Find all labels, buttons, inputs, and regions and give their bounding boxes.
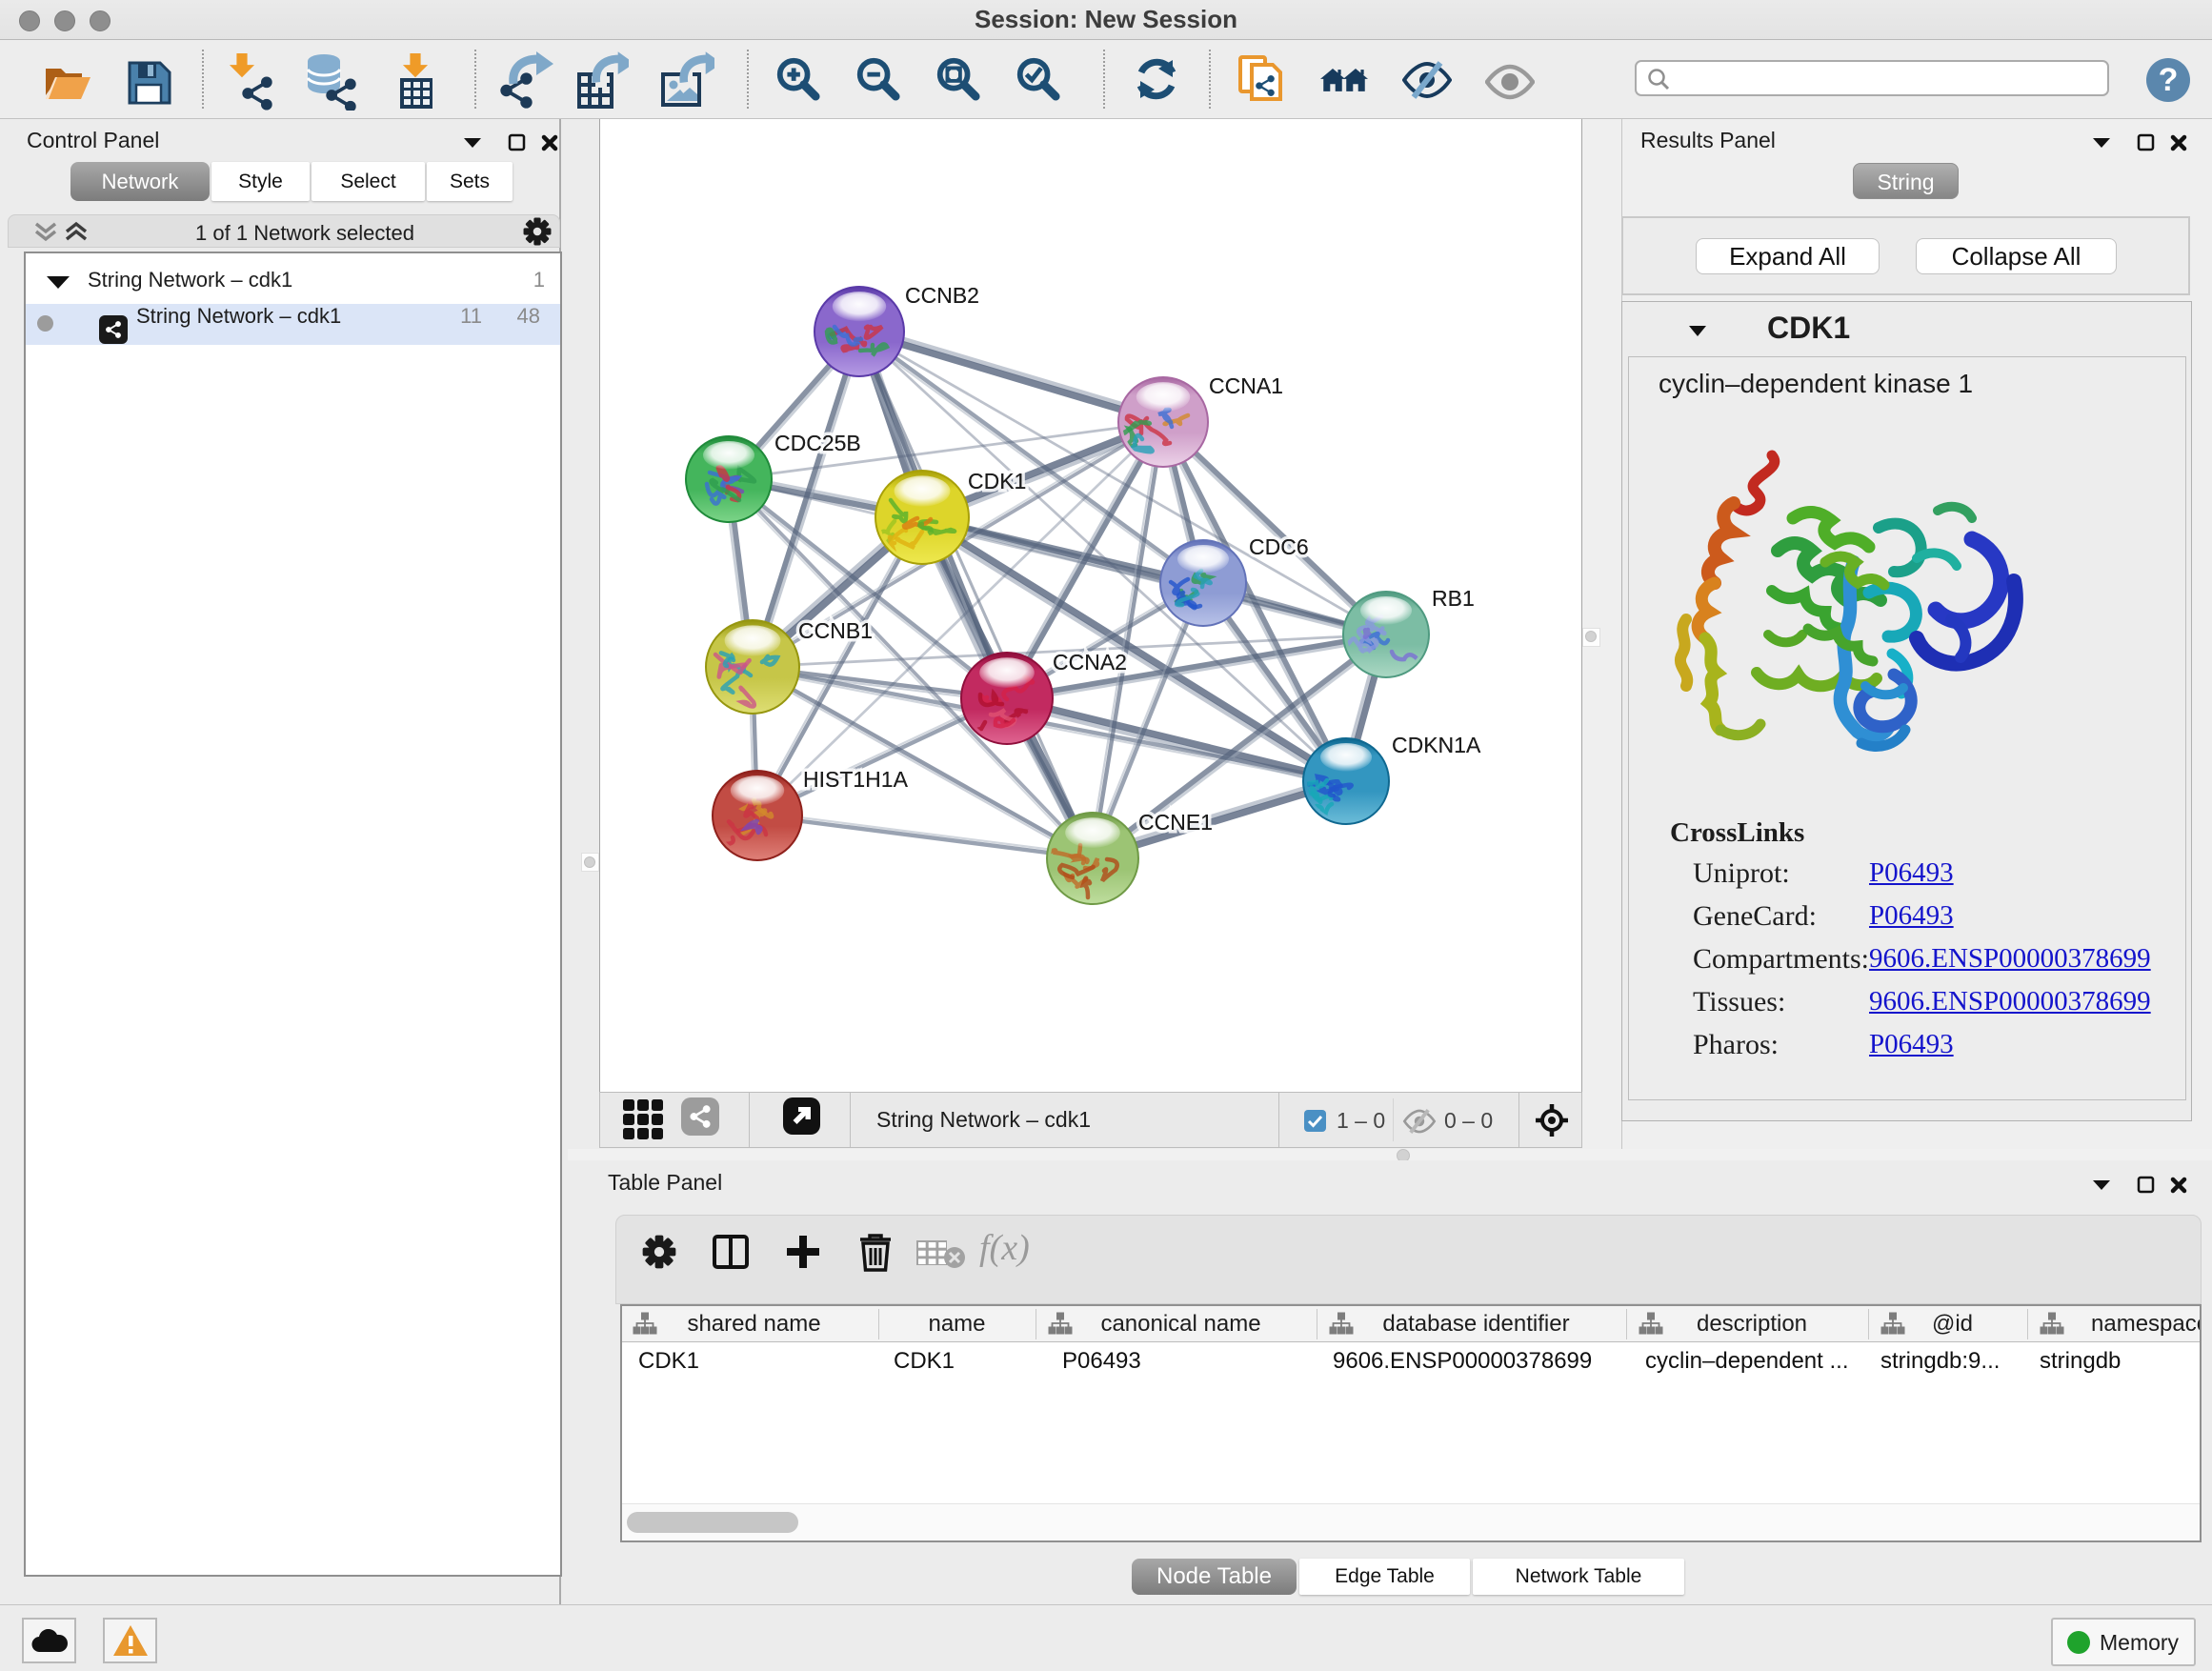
svg-text:CDKN1A: CDKN1A [1392,733,1481,757]
svg-text:CCNB1: CCNB1 [798,618,873,643]
svg-text:RB1: RB1 [1432,586,1475,611]
svg-text:CDK1: CDK1 [968,469,1026,493]
svg-text:CDC6: CDC6 [1249,534,1309,559]
svg-text:HIST1H1A: HIST1H1A [803,767,909,792]
svg-text:CDC25B: CDC25B [774,431,861,455]
svg-text:CCNB2: CCNB2 [905,283,979,308]
svg-text:CCNA1: CCNA1 [1209,373,1283,398]
svg-text:CCNA2: CCNA2 [1053,650,1127,674]
svg-text:CCNE1: CCNE1 [1138,810,1213,835]
